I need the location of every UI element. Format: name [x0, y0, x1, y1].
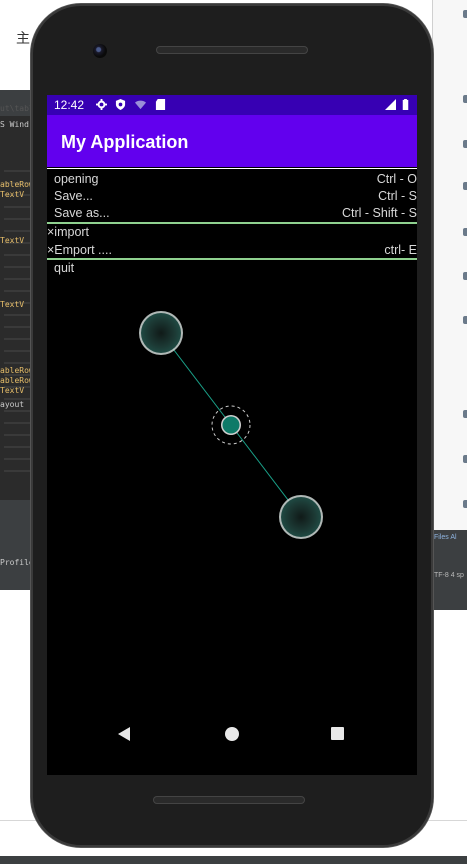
toolbar-icon	[463, 500, 467, 508]
front-camera	[93, 44, 107, 58]
ide-files-tab: Files Al	[434, 534, 457, 541]
toolbar-icon	[463, 228, 467, 236]
toolbar-icon	[463, 95, 467, 103]
ide-menu-text: S Wind	[0, 120, 29, 129]
bottom-speaker	[153, 796, 305, 804]
back-icon[interactable]	[118, 727, 130, 741]
ide-code-line: TextV	[0, 190, 25, 199]
ide-code-line: TextV	[0, 300, 25, 309]
ide-layout-tab: ayout	[0, 400, 25, 409]
ide-code-line: TextV	[0, 386, 25, 395]
drag-handle-middle[interactable]	[211, 405, 251, 445]
recent-apps-icon[interactable]	[331, 727, 344, 740]
toolbar-icon	[463, 316, 467, 324]
ide-code-line: ableRow	[0, 366, 34, 375]
toolbar-icon	[463, 455, 467, 463]
ide-code-line: TextV	[0, 236, 25, 245]
navigation-bar	[47, 715, 417, 755]
earpiece-speaker	[156, 46, 308, 54]
phone-frame: 12:42 My Application opening Ctrl - O Sa…	[31, 4, 433, 847]
toolbar-icon	[463, 272, 467, 280]
background-glyph: 主	[16, 30, 30, 46]
phone-screen: 12:42 My Application opening Ctrl - O Sa…	[47, 95, 417, 775]
ide-code-line: ableRow	[0, 180, 34, 189]
home-icon[interactable]	[225, 727, 239, 741]
toolbar-icon	[463, 140, 467, 148]
ide-code-area	[4, 160, 32, 480]
ide-encoding-text: TF-8 4 sp	[434, 572, 464, 579]
toolbar-icon	[463, 410, 467, 418]
ide-taskbar-fragment	[0, 856, 467, 864]
drag-handle-start[interactable]	[139, 311, 183, 355]
right-toolbar-fragment	[432, 0, 467, 530]
ide-code-line: ableRow	[0, 376, 34, 385]
toolbar-icon	[463, 10, 467, 18]
drag-handle-end[interactable]	[279, 495, 323, 539]
ide-status-fragment	[432, 530, 467, 610]
drawing-canvas[interactable]	[47, 95, 417, 775]
toolbar-icon	[463, 182, 467, 190]
